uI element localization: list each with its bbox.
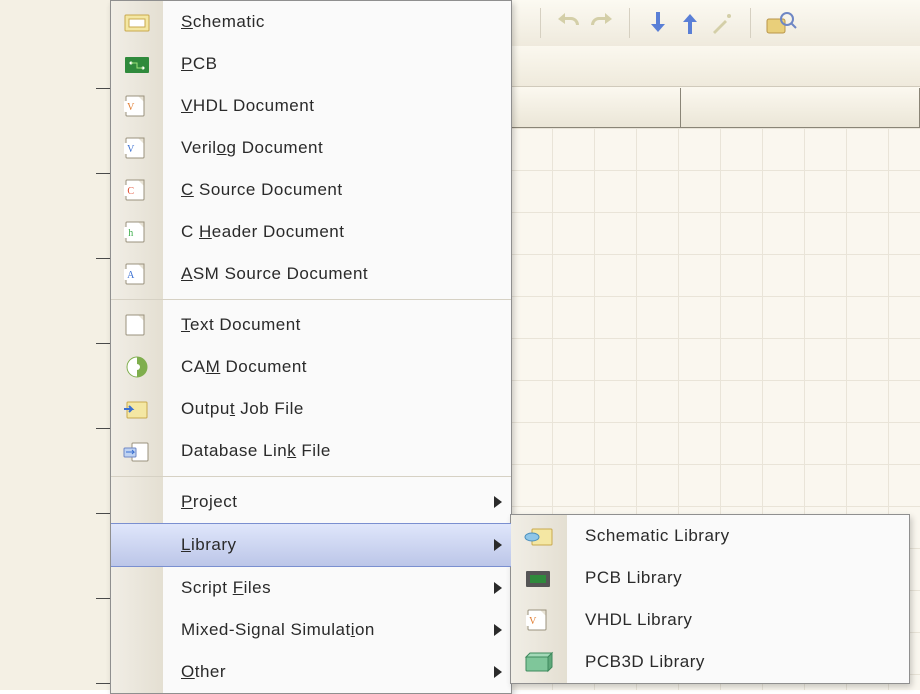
pcb-icon [111, 54, 163, 74]
submenu-arrow-icon [485, 666, 511, 678]
menu-item-label: VHDL Document [163, 96, 511, 116]
menu-item-label: PCB [163, 54, 511, 74]
pcblib-icon [511, 567, 567, 589]
menu-item-asm-source-document[interactable]: A ASM Source Document [111, 253, 511, 295]
menu-item-label: Text Document [163, 315, 511, 335]
menu-item-label: Script Files [163, 578, 485, 598]
menu-item-label: PCB3D Library [567, 652, 909, 672]
menu-item-label: Project [163, 492, 485, 512]
menu-item-cam-document[interactable]: CAM Document [111, 346, 511, 388]
submenu-arrow-icon [485, 582, 511, 594]
menu-item-label: ASM Source Document [163, 264, 511, 284]
menu-item-text-document[interactable]: Text Document [111, 299, 511, 346]
menu-item-label: Schematic [163, 12, 511, 32]
submenu-item-vhdl-library[interactable]: V VHDL Library [511, 599, 909, 641]
c-hdr-icon: h [111, 220, 163, 244]
menu-item-library[interactable]: Library [111, 523, 511, 567]
menu-item-database-link-file[interactable]: Database Link File [111, 430, 511, 472]
svg-text:A: A [127, 270, 135, 281]
undo-button[interactable] [555, 9, 583, 37]
c-src-icon: C [111, 178, 163, 202]
toolbar-separator [540, 8, 541, 38]
menu-item-other[interactable]: Other [111, 651, 511, 693]
menu-item-c-source-document[interactable]: C C Source Document [111, 169, 511, 211]
schematic-icon [111, 12, 163, 32]
toolbar-separator [629, 8, 630, 38]
menu-item-label: Output Job File [163, 399, 511, 419]
menu-item-label: VHDL Library [567, 610, 909, 630]
cam-icon [111, 355, 163, 379]
menu-item-label: Other [163, 662, 485, 682]
submenu-item-pcb-library[interactable]: PCB Library [511, 557, 909, 599]
menu-item-label: CAM Document [163, 357, 511, 377]
menu-item-label: Verilog Document [163, 138, 511, 158]
redo-button[interactable] [587, 9, 615, 37]
sheet-column-headers [510, 88, 920, 128]
menu-item-schematic[interactable]: Schematic [111, 1, 511, 43]
wand-icon[interactable] [708, 9, 736, 37]
submenu-arrow-icon [485, 496, 511, 508]
menu-item-label: Database Link File [163, 441, 511, 461]
svg-text:V: V [529, 616, 537, 627]
text-icon [111, 313, 163, 337]
svg-text:V: V [127, 144, 135, 155]
file-new-menu: Schematic PCB V VHDL Document V Verilog Doc… [110, 0, 512, 694]
menu-item-label: C Source Document [163, 180, 511, 200]
verilog-icon: V [111, 136, 163, 160]
svg-text:h: h [128, 228, 134, 239]
dblink-icon [111, 439, 163, 463]
submenu-arrow-icon [485, 624, 511, 636]
arrow-up-icon[interactable] [676, 9, 704, 37]
menu-item-label: Library [163, 535, 485, 555]
menu-item-label: Schematic Library [567, 526, 909, 546]
pcb3d-icon [511, 651, 567, 673]
menu-item-label: Mixed-Signal Simulation [163, 620, 485, 640]
svg-text:V: V [127, 102, 135, 113]
menu-item-label: C Header Document [163, 222, 511, 242]
submenu-arrow-icon [485, 539, 511, 551]
menu-item-verilog-document[interactable]: V Verilog Document [111, 127, 511, 169]
menu-item-mixed-signal-simulation[interactable]: Mixed-Signal Simulation [111, 609, 511, 651]
outjob-icon [111, 398, 163, 420]
menu-item-pcb[interactable]: PCB [111, 43, 511, 85]
vhdllib-icon: V [511, 608, 567, 632]
menu-item-c-header-document[interactable]: h C Header Document [111, 211, 511, 253]
svg-text:C: C [127, 186, 134, 197]
asm-icon: A [111, 262, 163, 286]
submenu-item-pcb3d-library[interactable]: PCB3D Library [511, 641, 909, 683]
toolbar-separator [750, 8, 751, 38]
library-submenu: Schematic Library PCB Library V VHDL Libra… [510, 514, 910, 684]
submenu-item-schematic-library[interactable]: Schematic Library [511, 515, 909, 557]
toolbar [510, 0, 920, 47]
menu-item-label: PCB Library [567, 568, 909, 588]
vhdl-icon: V [111, 94, 163, 118]
arrow-down-icon[interactable] [644, 9, 672, 37]
menu-item-vhdl-document[interactable]: V VHDL Document [111, 85, 511, 127]
menu-item-script-files[interactable]: Script Files [111, 567, 511, 609]
schlib-icon [511, 525, 567, 547]
menu-item-project[interactable]: Project [111, 476, 511, 523]
menu-item-output-job-file[interactable]: Output Job File [111, 388, 511, 430]
library-browse-icon[interactable] [765, 9, 799, 37]
left-ruler [96, 0, 110, 690]
